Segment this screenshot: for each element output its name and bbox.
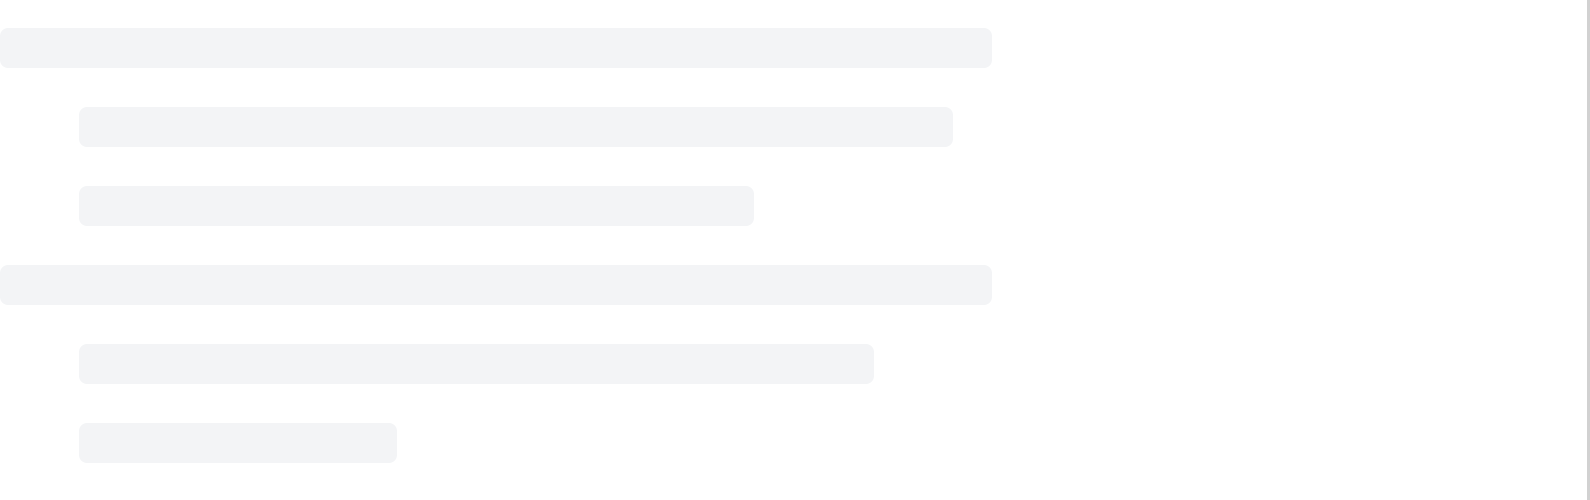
page: [0, 0, 1590, 500]
skeleton-group-header: [0, 28, 992, 68]
skeleton-list: [0, 28, 1000, 500]
skeleton-list-item: [79, 186, 754, 226]
skeleton-list-item: [79, 423, 397, 463]
skeleton-list-item: [79, 107, 953, 147]
skeleton-group-header: [0, 265, 992, 305]
skeleton-list-item: [79, 344, 874, 384]
